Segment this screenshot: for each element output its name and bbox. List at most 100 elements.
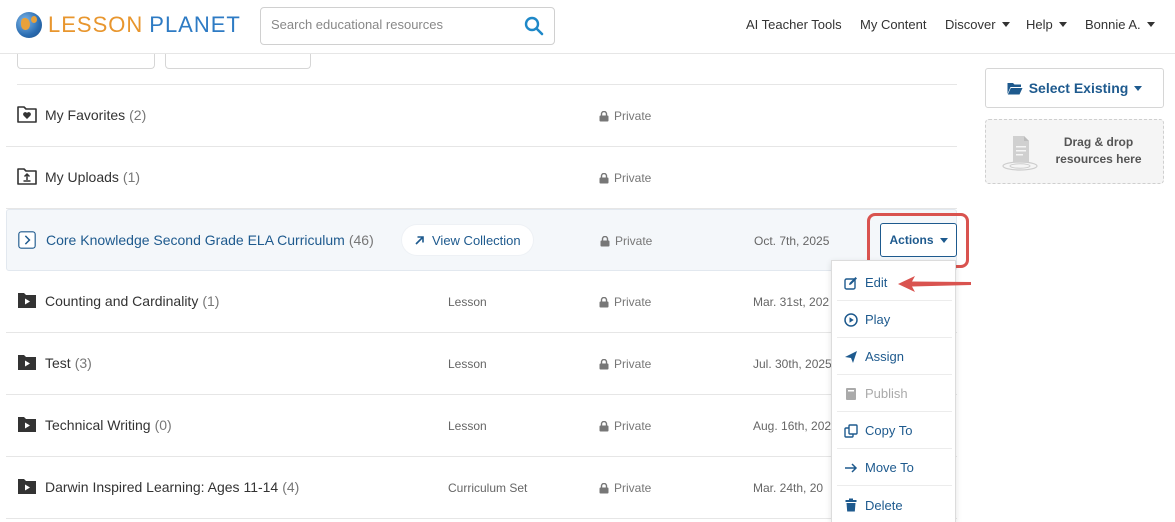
play-folder-icon	[18, 417, 36, 432]
row-count: (2)	[129, 107, 147, 123]
row-count: (46)	[348, 232, 374, 248]
lock-icon	[599, 110, 609, 121]
select-existing-button[interactable]: Select Existing	[985, 68, 1164, 108]
row-title[interactable]: Technical Writing (0)	[45, 417, 172, 433]
menu-item-label: Move To	[865, 460, 914, 475]
play-folder-icon	[18, 355, 36, 370]
row-title[interactable]: Counting and Cardinality (1)	[45, 293, 219, 309]
caret-down-icon	[1058, 22, 1067, 27]
menu-item-play[interactable]: Play	[837, 302, 952, 338]
privacy-status: Private	[600, 234, 652, 248]
row-date: Jul. 30th, 2025	[753, 357, 832, 371]
row-title-text: Counting and Cardinality	[45, 293, 199, 309]
menu-item-assign[interactable]: Assign	[837, 339, 952, 375]
folder-open-icon	[1007, 82, 1023, 94]
nav-discover[interactable]: Discover	[945, 17, 1010, 32]
row-title[interactable]: My Uploads (1)	[45, 169, 140, 185]
row-type: Lesson	[448, 419, 487, 433]
play-circle-icon	[844, 312, 858, 327]
top-header: LESSON PLANET AI Teacher Tools My Conten…	[0, 0, 1175, 54]
nav-user-menu[interactable]: Bonnie A.	[1085, 17, 1155, 32]
lock-icon	[599, 420, 609, 431]
drag-drop-zone[interactable]: Drag & drop resources here	[985, 119, 1164, 184]
privacy-text: Private	[614, 481, 652, 495]
row-title-text: My Uploads	[45, 169, 119, 185]
search-input[interactable]	[271, 17, 511, 32]
document-upload-icon	[1002, 136, 1038, 171]
menu-item-copy-to[interactable]: Copy To	[837, 413, 952, 449]
trash-icon	[845, 498, 857, 512]
privacy-status: Private	[599, 171, 651, 185]
row-title[interactable]: Core Knowledge Second Grade ELA Curricul…	[46, 232, 374, 248]
lock-icon	[599, 172, 609, 183]
edit-icon	[844, 276, 857, 290]
row-count: (0)	[154, 417, 172, 433]
row-count: (1)	[122, 169, 141, 185]
row-count: (1)	[202, 293, 220, 309]
menu-item-label: Assign	[865, 349, 905, 364]
lock-icon	[599, 358, 609, 369]
row-title-text: Darwin Inspired Learning: Ages 11-14	[45, 479, 279, 495]
play-folder-icon	[18, 479, 36, 494]
nav-ai-teacher-tools[interactable]: AI Teacher Tools	[746, 17, 842, 32]
caret-down-icon	[1134, 85, 1143, 91]
lock-icon	[599, 482, 609, 493]
view-collection-button[interactable]: View Collection	[402, 225, 533, 255]
privacy-text: Private	[614, 171, 652, 185]
lock-icon	[600, 235, 610, 246]
row-type: Curriculum Set	[448, 481, 528, 495]
arrow-right-icon	[845, 462, 858, 473]
table-row-selected[interactable]: Core Knowledge Second Grade ELA Curricul…	[6, 209, 957, 271]
privacy-text: Private	[614, 357, 652, 371]
nav-my-content[interactable]: My Content	[860, 17, 926, 32]
nav-help[interactable]: Help	[1026, 17, 1067, 32]
menu-item-label: Publish	[865, 386, 908, 401]
table-row[interactable]: Counting and Cardinality (1) Lesson Priva…	[6, 271, 957, 333]
upload-folder-icon	[17, 168, 37, 185]
table-row[interactable]: Darwin Inspired Learning: Ages 11-14 (4) …	[6, 457, 957, 519]
row-title[interactable]: Darwin Inspired Learning: Ages 11-14 (4)	[45, 479, 299, 495]
nav-label: Discover	[945, 17, 996, 32]
menu-item-publish[interactable]: Publish	[837, 376, 952, 412]
menu-item-label: Play	[865, 312, 891, 327]
table-row[interactable]: Test (3) Lesson Private Jul. 30th, 2025	[6, 333, 957, 395]
menu-item-move-to[interactable]: Move To	[837, 450, 952, 486]
menu-item-label: Delete	[865, 497, 903, 513]
caret-down-icon	[1146, 22, 1155, 27]
lesson-planet-logo[interactable]: LESSON PLANET	[16, 12, 241, 38]
search-box	[260, 7, 555, 45]
row-type: Lesson	[448, 295, 487, 309]
table-row[interactable]: My Uploads (1) Private	[6, 147, 957, 209]
row-title[interactable]: My Favorites (2)	[45, 107, 146, 123]
chevron-right-icon[interactable]	[17, 231, 37, 249]
annotation-arrow-icon	[898, 276, 971, 292]
menu-item-label: Copy To	[865, 423, 913, 438]
heart-folder-icon	[17, 106, 37, 123]
row-title-text: Core Knowledge Second Grade ELA Curricul…	[46, 232, 345, 248]
caret-down-icon	[1001, 22, 1010, 27]
menu-item-delete[interactable]: Delete	[837, 487, 952, 522]
privacy-text: Private	[614, 109, 652, 123]
row-date: Oct. 7th, 2025	[754, 234, 830, 248]
row-title[interactable]: Test (3)	[45, 355, 92, 371]
row-title-text: Technical Writing	[45, 417, 151, 433]
nav-label: AI Teacher Tools	[746, 17, 842, 32]
privacy-text: Private	[614, 295, 652, 309]
send-icon	[845, 350, 857, 363]
row-count: (3)	[74, 355, 92, 371]
search-icon[interactable]	[524, 16, 544, 36]
row-date: Aug. 16th, 202	[753, 419, 832, 433]
nav-label: Bonnie A.	[1085, 17, 1141, 32]
table-row[interactable]: Technical Writing (0) Lesson Private Aug.…	[6, 395, 957, 457]
logo-text-lesson: LESSON	[48, 12, 144, 37]
privacy-status: Private	[599, 481, 651, 495]
row-title-text: My Favorites	[45, 107, 126, 123]
book-icon	[846, 387, 856, 400]
privacy-status: Private	[599, 419, 651, 433]
globe-icon	[16, 12, 42, 38]
external-arrow-icon	[415, 235, 424, 245]
table-row[interactable]: My Favorites (2) Private	[6, 85, 957, 147]
privacy-text: Private	[614, 419, 652, 433]
privacy-status: Private	[599, 357, 651, 371]
privacy-status: Private	[599, 295, 651, 309]
